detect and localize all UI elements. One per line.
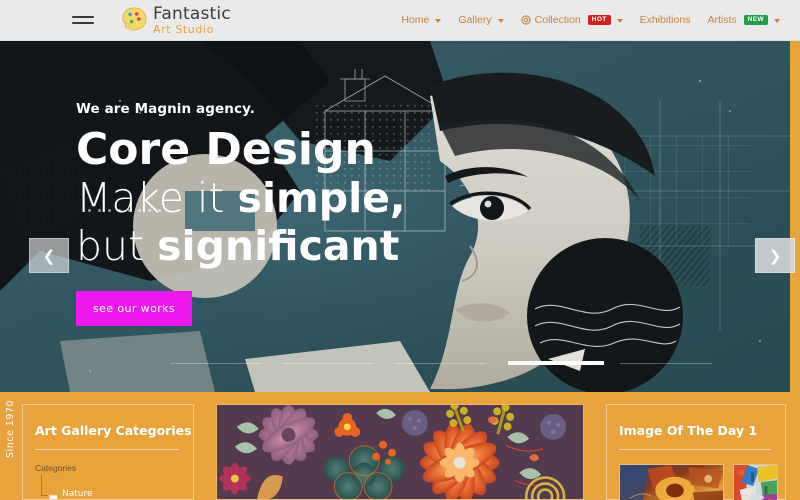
- nav-item-artists[interactable]: Artists NEW: [707, 14, 780, 26]
- hero-headline-3: but significant: [76, 221, 406, 270]
- nav-item-gallery[interactable]: Gallery: [458, 14, 504, 26]
- category-label: Nature: [62, 489, 93, 499]
- divider: [35, 449, 179, 450]
- hero-headline-2-bold: simple,: [237, 174, 406, 223]
- nav-label: Home: [401, 14, 430, 26]
- floral-artwork: [217, 405, 583, 499]
- flag-icon: [49, 490, 58, 500]
- chevron-down-icon: [774, 18, 780, 23]
- nav-item-exhibitions[interactable]: Exhibitions: [640, 14, 691, 26]
- hero-headline-2-light: Make it: [76, 174, 238, 223]
- slider-pagination: [0, 358, 790, 370]
- tree-line: [41, 495, 48, 496]
- hero-content: We are Magnin agency. Core Design Make i…: [76, 101, 406, 326]
- chevron-down-icon: [435, 18, 442, 23]
- logo-title: Fantastic: [153, 3, 231, 24]
- site-header: Fantastic Art Studio Home Gallery Collec…: [0, 0, 800, 41]
- nav-item-collection[interactable]: Collection HOT: [520, 14, 623, 26]
- since-label: Since 1970: [5, 400, 16, 458]
- nav-label: Collection: [534, 14, 581, 26]
- chevron-right-icon: ❯: [768, 247, 782, 265]
- divider: [619, 449, 771, 450]
- categories-tree: Nature: [41, 475, 193, 500]
- hot-badge: HOT: [587, 14, 611, 26]
- slider-pagination-item[interactable]: [394, 363, 486, 364]
- palette-icon: [119, 5, 150, 36]
- categories-list-label: Categories: [35, 463, 77, 473]
- hero-right-accent-strip: [790, 41, 800, 392]
- slider-pagination-item[interactable]: [620, 363, 712, 364]
- chevron-down-icon: [616, 18, 623, 23]
- site-logo[interactable]: Fantastic Art Studio: [119, 5, 231, 36]
- thumbnail-warm[interactable]: [619, 464, 724, 500]
- page-root: Fantastic Art Studio Home Gallery Collec…: [0, 0, 800, 500]
- hero-slider: We are Magnin agency. Core Design Make i…: [0, 41, 800, 392]
- chevron-down-icon: [497, 18, 504, 23]
- collection-icon: [520, 15, 531, 25]
- slider-prev-button[interactable]: ❮: [29, 238, 69, 273]
- hamburger-icon[interactable]: [72, 12, 94, 28]
- main-navigation: Home Gallery Collection HOT Exhibitions …: [401, 14, 780, 26]
- hero-headline-2: Make it simple,: [76, 174, 406, 223]
- hamburger-bar: [72, 22, 94, 24]
- thumbnail-colorful-art: [734, 465, 777, 500]
- hamburger-bar: [72, 16, 94, 18]
- gallery-featured-image[interactable]: [216, 404, 584, 500]
- hero-headline-1: Core Design: [76, 124, 376, 175]
- hero-headline-3-bold: significant: [157, 221, 400, 270]
- image-of-the-day-card: Image Of The Day 1: [606, 404, 786, 500]
- chevron-left-icon: ❮: [42, 247, 56, 265]
- image-of-the-day-title: Image Of The Day 1: [619, 423, 758, 438]
- logo-subtitle: Art Studio: [153, 22, 214, 36]
- image-of-the-day-thumbnails: [619, 464, 785, 500]
- nav-label: Gallery: [458, 14, 492, 26]
- categories-card-title: Art Gallery Categories: [35, 423, 192, 438]
- new-badge: NEW: [743, 14, 768, 26]
- categories-card: Art Gallery Categories Categories Nature: [22, 404, 194, 500]
- hero-headline-3-light: but: [76, 221, 158, 270]
- nav-item-home[interactable]: Home: [401, 14, 442, 26]
- thumbnail-warm-art: [620, 465, 723, 500]
- see-our-works-button[interactable]: see our works: [76, 290, 193, 326]
- nav-label: Artists: [707, 14, 737, 26]
- slider-pagination-item[interactable]: [170, 363, 262, 364]
- slider-pagination-item[interactable]: [282, 363, 374, 364]
- nav-label: Exhibitions: [639, 14, 691, 26]
- slider-next-button[interactable]: ❯: [755, 238, 795, 273]
- hero-kicker: We are Magnin agency.: [76, 101, 255, 117]
- tree-line: [41, 475, 42, 495]
- slider-pagination-item-active[interactable]: [508, 361, 604, 365]
- category-item-nature[interactable]: Nature: [49, 489, 93, 500]
- thumbnail-colorful[interactable]: [733, 464, 778, 500]
